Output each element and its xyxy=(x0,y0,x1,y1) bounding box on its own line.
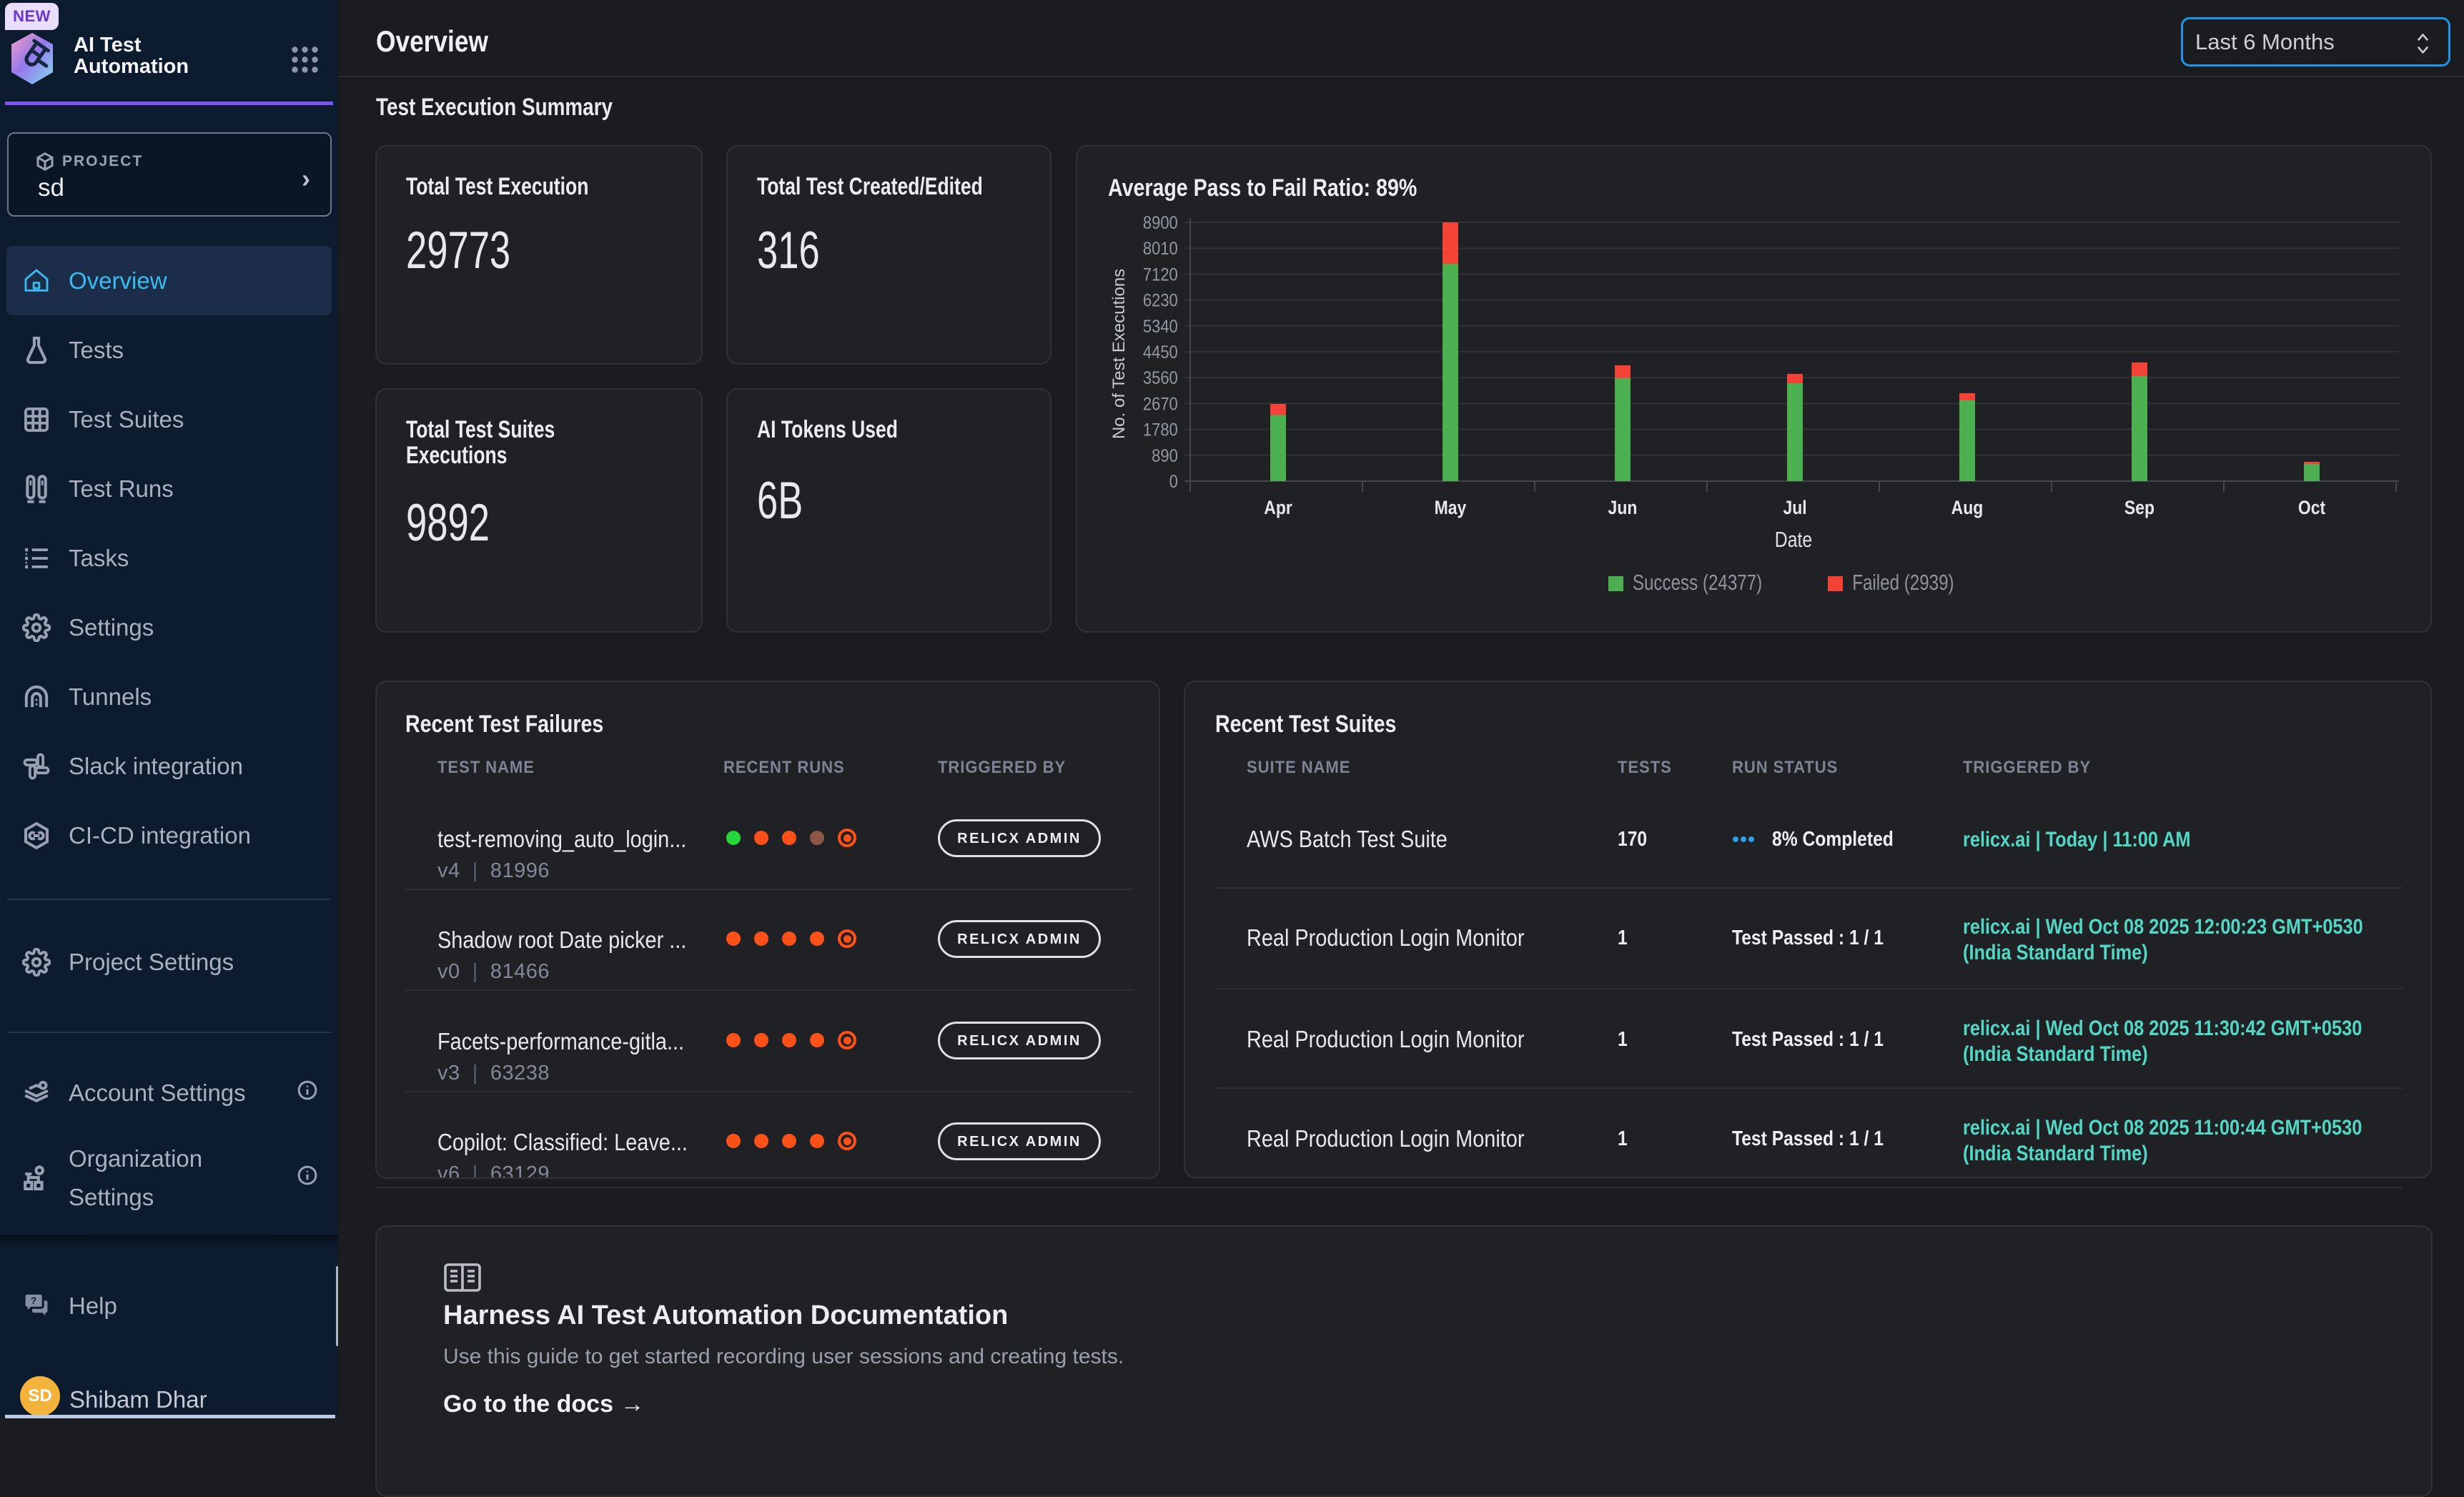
svg-text:8900: 8900 xyxy=(1143,213,1178,233)
svg-text:Failed (2939): Failed (2939) xyxy=(1852,570,1954,595)
svg-text:Jul: Jul xyxy=(1783,497,1806,518)
svg-text:6230: 6230 xyxy=(1143,290,1178,310)
svg-text:890: 890 xyxy=(1152,446,1178,466)
svg-text:0: 0 xyxy=(1169,472,1178,492)
svg-text:3560: 3560 xyxy=(1143,368,1178,388)
svg-text:Success (24377): Success (24377) xyxy=(1633,570,1762,595)
svg-text:1780: 1780 xyxy=(1143,420,1178,440)
svg-text:Aug: Aug xyxy=(1951,497,1984,518)
svg-text:5340: 5340 xyxy=(1143,317,1178,337)
svg-text:8010: 8010 xyxy=(1143,239,1178,259)
svg-text:May: May xyxy=(1435,497,1467,518)
svg-text:7120: 7120 xyxy=(1143,265,1178,285)
svg-text:4450: 4450 xyxy=(1143,342,1178,362)
svg-text:?: ? xyxy=(31,1294,36,1305)
svg-text:Apr: Apr xyxy=(1264,497,1292,518)
svg-text:Sep: Sep xyxy=(2124,497,2154,518)
svg-text:Date: Date xyxy=(1775,527,1812,551)
svg-text:2670: 2670 xyxy=(1143,394,1178,414)
svg-text:Oct: Oct xyxy=(2298,497,2326,518)
svg-text:No. of Test Executions: No. of Test Executions xyxy=(1109,269,1129,439)
svg-text:Jun: Jun xyxy=(1608,497,1638,518)
